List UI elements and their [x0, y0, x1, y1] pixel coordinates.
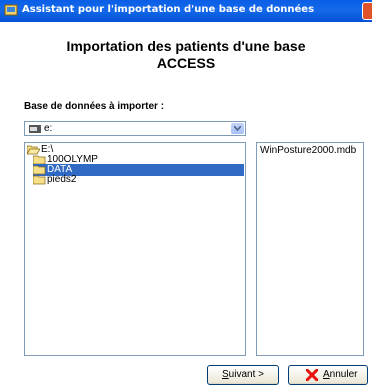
drive-select[interactable]: e:: [24, 121, 246, 136]
close-button[interactable]: [362, 2, 372, 20]
title-bar[interactable]: Assistant pour l'importation d'une base …: [0, 0, 372, 22]
cancel-button[interactable]: Annuler: [288, 365, 368, 385]
import-wizard-window: Assistant pour l'importation d'une base …: [0, 0, 372, 385]
drive-icon: [29, 125, 41, 133]
drive-select-value: e:: [44, 123, 53, 134]
next-button[interactable]: Suivant >: [207, 365, 279, 385]
page-title-line-2: ACCESS: [156, 55, 216, 71]
file-item[interactable]: WinPosture2000.mdb: [260, 145, 356, 156]
directory-list[interactable]: E:\ 100OLYMP DATA pieds2: [24, 142, 246, 356]
file-list[interactable]: WinPosture2000.mdb: [256, 142, 364, 356]
database-prompt-label: Base de données à importer :: [24, 101, 165, 112]
directory-item[interactable]: pieds2: [32, 174, 113, 186]
page-title-line-1: Importation des patients d'une base: [66, 38, 306, 54]
folder-icon: [32, 175, 46, 185]
next-button-label: uivant: [228, 369, 256, 380]
page-title: Importation des patients d'une base ACCE…: [0, 38, 372, 72]
app-icon: [4, 3, 18, 17]
close-icon: [305, 368, 319, 388]
cancel-button-text: Annuler: [323, 366, 357, 384]
directory-label: pieds2: [47, 174, 77, 185]
cancel-button-label: nnuler: [329, 369, 358, 380]
wizard-header: Importation des patients d'une base ACCE…: [0, 22, 372, 86]
chevron-down-icon[interactable]: [231, 123, 244, 134]
next-button-mnemonic: S: [222, 369, 229, 380]
window-title: Assistant pour l'importation d'une base …: [22, 4, 315, 15]
cancel-button-mnemonic: A: [323, 369, 330, 380]
next-button-arrow: >: [255, 369, 264, 380]
